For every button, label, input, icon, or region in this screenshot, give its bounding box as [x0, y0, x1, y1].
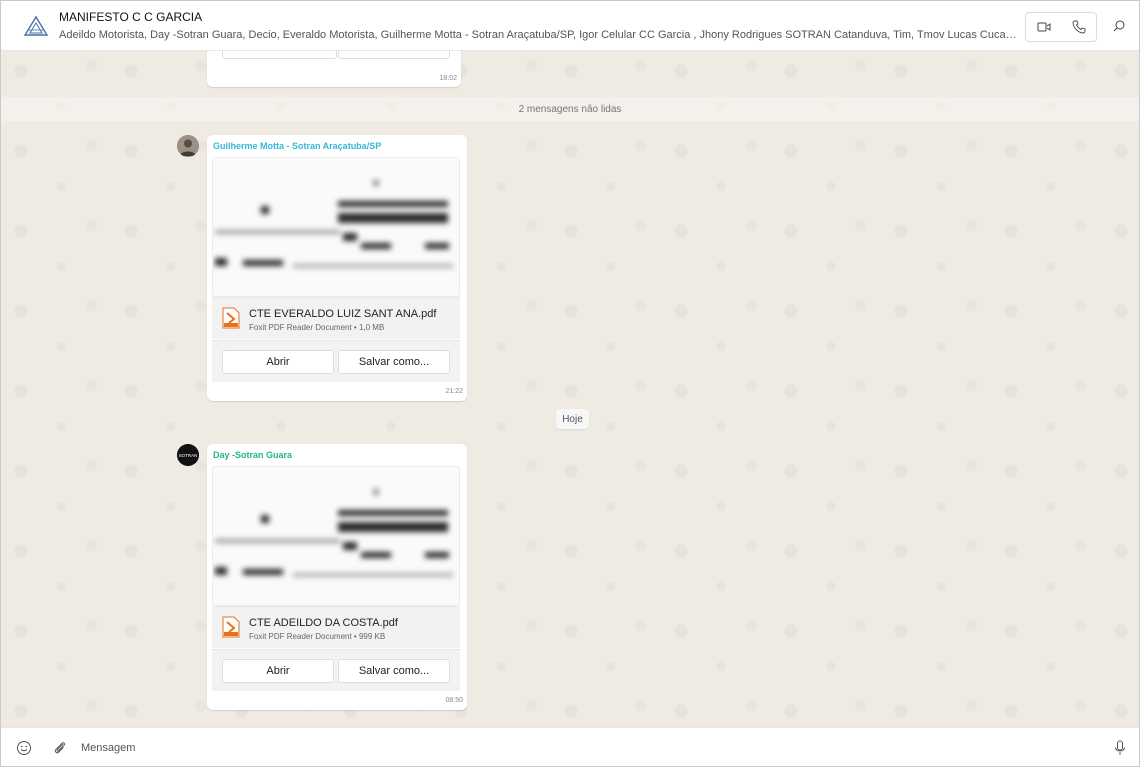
date-chip: Hoje — [556, 409, 589, 429]
mic-button[interactable] — [1111, 738, 1129, 758]
emoji-button[interactable] — [15, 739, 33, 757]
emoji-icon — [17, 741, 31, 755]
pdf-file-icon — [222, 616, 240, 638]
video-call-icon — [1037, 22, 1050, 32]
unread-divider: 2 mensagens não lidas — [1, 97, 1139, 121]
voice-call-button[interactable] — [1061, 13, 1096, 41]
message-bubble: Guilherme Motta - Sotran Araçatuba/SP CT… — [207, 135, 467, 401]
file-info-row[interactable]: CTE ADEILDO DA COSTA.pdf Foxit PDF Reade… — [212, 606, 460, 648]
file-actions: Abrir Salvar como... — [212, 340, 460, 382]
group-title: MANIFESTO C C GARCIA — [59, 10, 203, 24]
message-time: 21:22 — [445, 388, 463, 395]
paperclip-icon — [54, 742, 66, 754]
header-info[interactable]: MANIFESTO C C GARCIA Adeildo Motorista, … — [59, 10, 1019, 42]
chat-header: MANIFESTO C C GARCIA Adeildo Motorista, … — [1, 1, 1139, 51]
file-meta: Foxit PDF Reader Document • 999 KB — [249, 632, 386, 641]
search-icon — [1113, 20, 1125, 32]
open-button[interactable]: Abrir — [222, 659, 334, 683]
avatar[interactable] — [177, 135, 199, 157]
microphone-icon — [1115, 740, 1125, 755]
sender-name: Day -Sotran Guara — [213, 450, 293, 460]
video-call-button[interactable] — [1026, 13, 1061, 41]
pdf-file-icon — [222, 307, 240, 329]
sender-name: Guilherme Motta - Sotran Araçatuba/SP — [213, 141, 382, 151]
search-button[interactable] — [1107, 14, 1131, 38]
partial-open-button[interactable] — [222, 51, 337, 59]
message-time: 18:02 — [439, 75, 457, 82]
call-buttons — [1025, 12, 1097, 42]
file-meta: Foxit PDF Reader Document • 1,0 MB — [249, 323, 385, 332]
message-input[interactable] — [81, 736, 1081, 760]
save-as-button[interactable]: Salvar como... — [338, 659, 450, 683]
phone-icon — [1072, 20, 1085, 34]
save-as-button[interactable]: Salvar como... — [338, 350, 450, 374]
sotran-logo-icon: SOTRAN — [177, 444, 199, 466]
document-preview[interactable] — [212, 157, 460, 297]
attach-button[interactable] — [51, 739, 69, 757]
partial-save-button[interactable] — [338, 51, 450, 59]
open-button[interactable]: Abrir — [222, 350, 334, 374]
triangle-logo-icon — [23, 15, 49, 36]
group-avatar[interactable] — [23, 13, 49, 39]
message-bubble: Day -Sotran Guara CTE ADEILDO DA COSTA.p… — [207, 444, 467, 710]
message-time: 08:50 — [445, 697, 463, 704]
document-preview[interactable] — [212, 466, 460, 606]
person-photo-icon — [177, 135, 199, 157]
file-name: CTE ADEILDO DA COSTA.pdf — [249, 617, 398, 629]
file-actions: Abrir Salvar como... — [212, 649, 460, 691]
svg-text:SOTRAN: SOTRAN — [179, 453, 198, 458]
avatar[interactable]: SOTRAN — [177, 444, 199, 466]
message-bubble-partial: 18:02 — [207, 51, 461, 87]
composer-bar — [1, 727, 1139, 766]
group-members: Adeildo Motorista, Day -Sotran Guara, De… — [59, 29, 1019, 41]
file-info-row[interactable]: CTE EVERALDO LUIZ SANT ANA.pdf Foxit PDF… — [212, 297, 460, 339]
chat-area[interactable]: 18:02 2 mensagens não lidas Guilherme Mo… — [1, 51, 1139, 727]
file-name: CTE EVERALDO LUIZ SANT ANA.pdf — [249, 308, 437, 320]
unread-label: 2 mensagens não lidas — [518, 103, 622, 115]
